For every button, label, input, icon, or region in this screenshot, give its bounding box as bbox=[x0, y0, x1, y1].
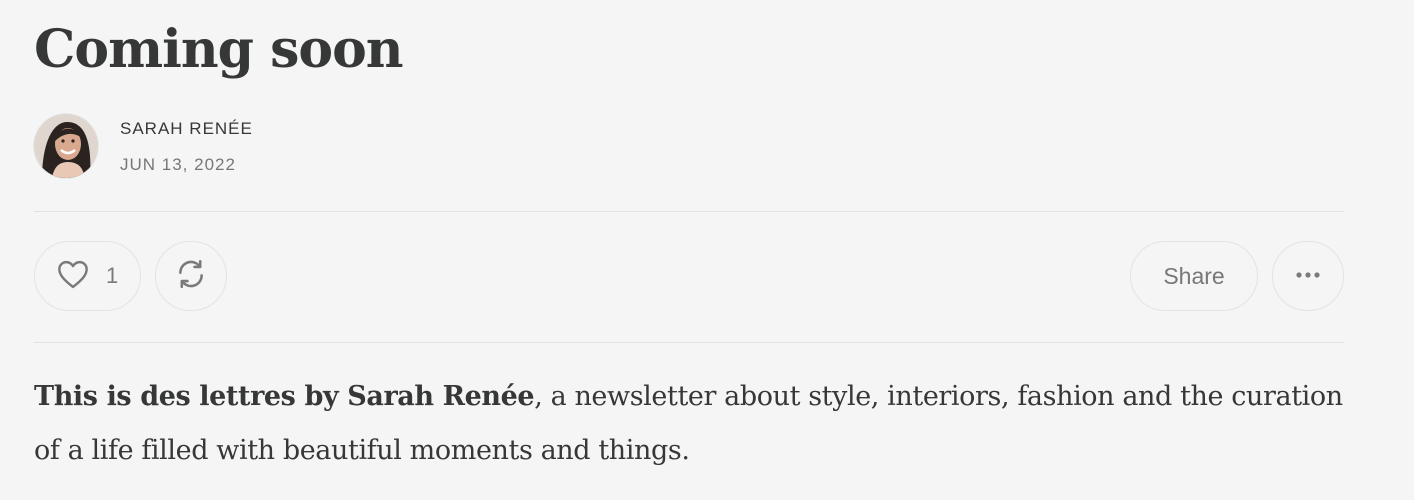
ellipsis-icon bbox=[1293, 267, 1323, 285]
post-title: Coming soon bbox=[34, 19, 404, 80]
author-name[interactable]: Sarah Renée bbox=[120, 119, 253, 139]
divider bbox=[34, 342, 1344, 343]
restack-icon bbox=[174, 257, 208, 296]
post-intro: This is des lettres by Sarah Renée, a ne… bbox=[34, 370, 1344, 478]
heart-icon bbox=[56, 259, 90, 294]
post-date: Jun 13, 2022 bbox=[120, 155, 236, 174]
byline: Sarah Renée Jun 13, 2022 bbox=[34, 114, 634, 180]
more-options-button[interactable] bbox=[1272, 241, 1344, 311]
like-button[interactable]: 1 bbox=[34, 241, 141, 311]
share-button[interactable]: Share bbox=[1130, 241, 1258, 311]
post-actions: 1 Share bbox=[34, 241, 1344, 313]
like-count: 1 bbox=[106, 263, 119, 288]
author-avatar[interactable] bbox=[34, 114, 98, 178]
divider bbox=[34, 211, 1344, 212]
restack-button[interactable] bbox=[155, 241, 227, 311]
intro-bold: This is des lettres by Sarah Renée bbox=[34, 381, 535, 412]
